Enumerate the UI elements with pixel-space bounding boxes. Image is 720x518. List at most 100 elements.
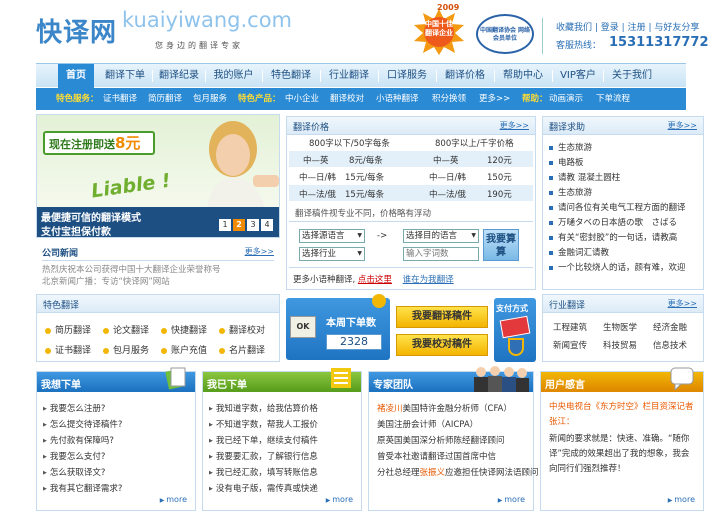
nav-home[interactable]: 首页 [58,64,94,88]
banner-page-2[interactable]: 2 [233,219,245,231]
price-more[interactable]: 更多>> [500,120,529,131]
expert-line: 原英国美国深分析师陈经翻译顾问 [377,436,505,446]
feature-item[interactable]: 证书翻译 [45,343,91,356]
faq-item[interactable]: 我有其它翻译需求? [43,482,123,494]
link-bookmark[interactable]: 收藏我们 [556,23,592,33]
banner-page-3[interactable]: 3 [247,219,259,231]
col-order-more[interactable]: more [160,495,187,504]
industry-item[interactable]: 新闻宣传 [553,339,587,351]
subnav-sme[interactable]: 中小企业 [285,88,319,110]
order-proofread-button[interactable]: 我要校对稿件 [396,334,488,356]
banner-page-4[interactable]: 4 [261,219,273,231]
shield-icon [508,338,524,356]
expert-name-2[interactable]: 张振义 [420,468,446,478]
help-item[interactable]: 请问各位有关电气工程方面的翻译 [549,201,701,213]
who-translates-link[interactable]: 谁在为我翻译 [403,275,454,285]
logo-en[interactable]: kuaiyiwang.com [122,8,292,32]
nav-account[interactable]: 我的账户 [206,64,261,88]
feature-item[interactable]: 简历翻译 [45,323,91,336]
subnav-demo[interactable]: 动画演示 [549,88,583,110]
help-item[interactable]: 请教 混凝土圆柱 [549,171,620,183]
nav-price[interactable]: 翻译价格 [437,64,493,88]
subnav-flow[interactable]: 下单流程 [596,88,630,110]
price-cell: 15元/每条 [345,173,385,183]
help-item[interactable]: 电路板 [549,156,584,168]
expert-line: 美国注册会计师（AICPA） [377,420,479,430]
price-cell: 中—英 [433,156,459,166]
faq-item[interactable]: 我已经下单，继续支付稿件 [209,434,318,446]
order-translation-button[interactable]: 我要翻译稿件 [396,306,488,328]
faq-item[interactable]: 先付款有保障吗? [43,434,114,446]
feature-item[interactable]: 包月服务 [103,343,149,356]
industry-more[interactable]: 更多>> [668,298,697,309]
nav-records[interactable]: 翻译纪录 [153,64,205,88]
industry-item[interactable]: 信息技术 [653,339,687,351]
feature-item[interactable]: 账户充值 [161,343,207,356]
link-share[interactable]: 与好友分享 [654,23,699,33]
help-item[interactable]: 生态旅游 [549,186,592,198]
subnav-more[interactable]: 更多>> [479,88,510,110]
industry-item[interactable]: 经济金融 [653,321,687,333]
link-register[interactable]: 注册 [628,23,646,33]
industry-item[interactable]: 科技贸易 [603,339,637,351]
subnav-resume[interactable]: 简历翻译 [148,88,182,110]
nav-help[interactable]: 帮助中心 [495,64,551,88]
industry-title: 行业翻译 [549,301,586,311]
news-title: 公司新闻 [42,249,79,259]
header-divider [542,18,543,54]
expert-line: 分社总经理 [377,468,420,478]
feature-item[interactable]: 翻译校对 [219,323,265,336]
nav-industry[interactable]: 行业翻译 [321,64,377,88]
faq-item[interactable]: 我要要汇款，了解银行信息 [209,450,318,462]
nav-about[interactable]: 关于我们 [604,64,660,88]
feature-item[interactable]: 名片翻译 [219,343,265,356]
col-placed-more[interactable]: more [326,495,353,504]
nav-interpret[interactable]: 口译服务 [379,64,435,88]
subnav-points[interactable]: 积分换领 [432,88,466,110]
click-here-link[interactable]: 点击这里 [358,275,392,285]
testimonial-quote: 新闻的要求就是：快速、准确。“随你译”完成的效果超出了我的想象，我会向同行们强烈… [549,434,690,474]
faq-item[interactable]: 我要怎么支付? [43,450,106,462]
subnav-proofread[interactable]: 翻译校对 [330,88,364,110]
word-count-input[interactable] [403,247,479,261]
help-item[interactable]: 生态旅游 [549,141,592,153]
faq-item[interactable]: 我知道字数，给我估算价格 [209,402,318,414]
help-more[interactable]: 更多>> [668,120,697,131]
col-team-more[interactable]: more [498,495,525,504]
faq-item[interactable]: 怎么提交待译稿件? [43,418,123,430]
nav-feature[interactable]: 特色翻译 [263,64,319,88]
faq-item[interactable]: 没有电子版，需传真或快递 [209,482,318,494]
help-item[interactable]: 一个比较烧人的话，颜有难，欢迎 [549,261,701,273]
faq-item[interactable]: 怎么获取译文? [43,466,106,478]
calculate-button[interactable]: 我要算算 [483,229,519,261]
industry-item[interactable]: 工程建筑 [553,321,587,333]
subnav-monthly[interactable]: 包月服务 [193,88,227,110]
faq-item[interactable]: 我已经汇款，填写转账信息 [209,466,318,478]
help-item[interactable]: 金融词汇请教 [549,246,609,258]
hotline-label: 客服热线： [556,41,602,51]
help-item[interactable]: 有关“密封胶”的一句话，请教高 [549,231,701,243]
logo-cn[interactable]: 快译网 [36,12,117,49]
source-lang-select[interactable]: 选择源语言 [299,229,365,243]
nav-order[interactable]: 翻译下单 [98,64,152,88]
banner-page-1[interactable]: 1 [219,219,231,231]
help-panel: 翻译求助 更多>> 生态旅游 电路板 请教 混凝土圆柱 生态旅游 请问各位有关电气… [542,116,704,290]
industry-item[interactable]: 生物医学 [603,321,637,333]
target-lang-select[interactable]: 选择目的语言 [403,229,479,243]
promo-banner[interactable]: 现在注册即送8元 Liable ! 最便捷可信的翻译模式 支付宝担保付款 1 2… [36,114,280,238]
subnav-cert[interactable]: 证书翻译 [103,88,137,110]
news-more[interactable]: 更多>> [245,246,274,257]
help-item[interactable]: 万嗵タベの日本語の歌 さばる [549,216,701,228]
link-login[interactable]: 登录 [601,23,619,33]
feature-item[interactable]: 论文翻译 [103,323,149,336]
faq-item[interactable]: 不知道字数，帮我人工报价 [209,418,318,430]
expert-name[interactable]: 褚凌川 [377,404,403,414]
feature-item[interactable]: 快捷翻译 [161,323,207,336]
faq-item[interactable]: 我要怎么注册? [43,402,106,414]
nav-vip[interactable]: VIP客户 [553,64,603,88]
news-item[interactable]: 热烈庆祝本公司获得中国十大翻译企业荣誉称号 [42,263,221,275]
col-testimonial-more[interactable]: more [668,495,695,504]
industry-select[interactable]: 选择行业 [299,247,365,261]
subnav-minor-lang[interactable]: 小语种翻译 [376,88,419,110]
news-item[interactable]: 北京新闻广播：专访“快译网”网站 [42,275,170,287]
